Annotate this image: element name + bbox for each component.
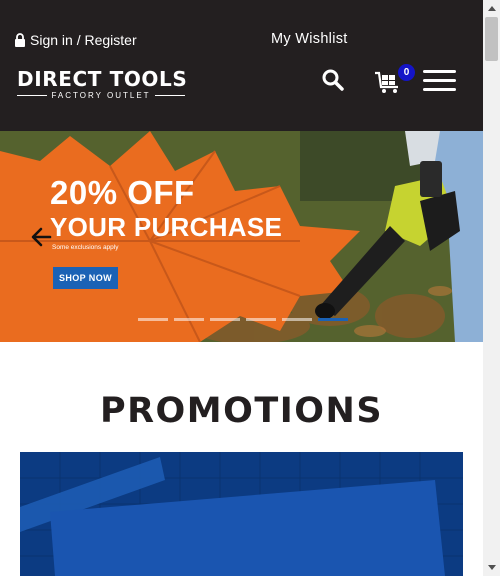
triangle-up-icon xyxy=(487,6,496,11)
cart-count-badge: 0 xyxy=(398,64,415,81)
direct-tools-logo[interactable]: DIRECT TOOLS FACTORY OUTLET xyxy=(17,67,188,100)
lock-icon xyxy=(14,33,26,47)
search-button[interactable] xyxy=(321,68,345,92)
slider-dot[interactable] xyxy=(246,318,276,321)
triangle-down-icon xyxy=(487,565,496,570)
promo-exclusions-note: Some exclusions apply xyxy=(52,244,119,251)
slider-prev-button[interactable] xyxy=(30,226,52,248)
slider-dot[interactable] xyxy=(282,318,312,321)
promotion-card-image xyxy=(20,452,463,576)
scroll-up-button[interactable] xyxy=(483,0,500,17)
hamburger-menu-icon[interactable] xyxy=(423,70,456,92)
slider-dots xyxy=(138,318,348,321)
site-header: Sign in / Register My Wishlist DIRECT TO… xyxy=(0,0,483,131)
slider-dot[interactable] xyxy=(138,318,168,321)
promo-headline: 20% OFF xyxy=(50,174,195,211)
my-wishlist-link[interactable]: My Wishlist xyxy=(271,31,348,47)
vertical-scrollbar[interactable] xyxy=(483,0,500,576)
promotion-card[interactable] xyxy=(20,452,463,576)
slider-dot[interactable] xyxy=(318,318,348,321)
logo-sub-text: FACTORY OUTLET xyxy=(51,91,151,100)
sign-in-register-link[interactable]: Sign in / Register xyxy=(14,32,137,48)
slider-dot[interactable] xyxy=(174,318,204,321)
arrow-left-icon xyxy=(31,227,52,247)
shop-now-button[interactable]: SHOP NOW xyxy=(53,267,118,289)
promo-subheadline: YOUR PURCHASE xyxy=(50,212,283,242)
hero-banner[interactable]: 20% OFF YOUR PURCHASE Some exclusions ap… xyxy=(0,131,483,342)
logo-main-text: DIRECT TOOLS xyxy=(17,67,188,91)
scrollbar-thumb[interactable] xyxy=(485,17,498,61)
sign-in-label: Sign in / Register xyxy=(30,32,137,48)
page: Sign in / Register My Wishlist DIRECT TO… xyxy=(0,0,500,576)
search-icon xyxy=(322,69,344,91)
promotions-heading: PROMOTIONS xyxy=(99,391,384,431)
slider-dot[interactable] xyxy=(210,318,240,321)
scroll-down-button[interactable] xyxy=(483,559,500,576)
